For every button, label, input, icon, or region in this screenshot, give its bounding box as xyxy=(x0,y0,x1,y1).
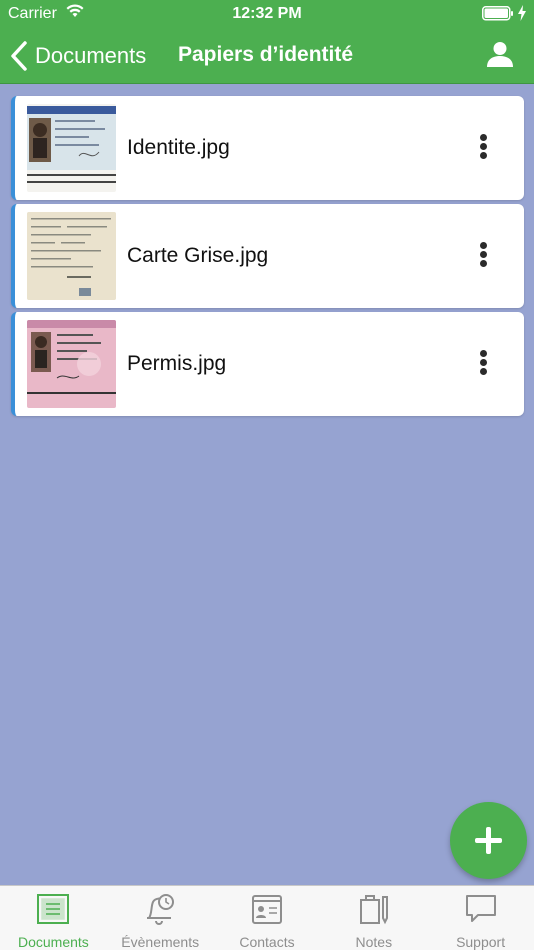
tab-support[interactable]: Support xyxy=(427,886,534,950)
tab-label: Documents xyxy=(17,934,89,950)
id-card-image xyxy=(27,104,116,192)
registration-document-image xyxy=(27,212,116,300)
document-name: Identite.jpg xyxy=(127,136,230,159)
back-button-label: Documents xyxy=(35,43,147,68)
more-options-icon[interactable] xyxy=(476,134,490,162)
document-item[interactable]: Carte Grise.jpg xyxy=(11,204,524,308)
tab-notes[interactable]: Notes xyxy=(320,886,427,950)
clock: 12:32 PM xyxy=(232,5,302,22)
status-bar: Carrier 12:32 PM xyxy=(0,0,534,28)
tab-label: Notes xyxy=(355,934,393,950)
tab-label: Évènements xyxy=(121,934,200,950)
page-title: Papiers d’identité xyxy=(178,43,354,66)
user-profile-icon[interactable] xyxy=(486,40,514,68)
document-thumbnail xyxy=(27,212,116,300)
chat-bubble-icon xyxy=(465,895,496,922)
back-button[interactable]: Documents xyxy=(10,38,146,74)
document-thumbnail xyxy=(27,320,116,408)
contact-card-icon xyxy=(251,895,282,924)
driving-licence-image xyxy=(27,320,116,408)
document-list: Identite.jpg Carte Grise.jpg Permis.jpg xyxy=(11,96,524,420)
more-options-icon[interactable] xyxy=(476,350,490,378)
tab-label: Contacts xyxy=(239,934,295,950)
tab-contacts[interactable]: Contacts xyxy=(214,886,321,950)
tab-evenements[interactable]: Évènements xyxy=(107,886,214,950)
more-options-icon[interactable] xyxy=(476,242,490,270)
document-thumbnail xyxy=(27,104,116,192)
document-item[interactable]: Identite.jpg xyxy=(11,96,524,200)
bell-clock-icon xyxy=(147,894,175,925)
document-name: Carte Grise.jpg xyxy=(127,244,269,267)
tab-documents[interactable]: Documents xyxy=(0,886,107,950)
chevron-left-icon xyxy=(11,41,27,71)
tab-label: Support xyxy=(456,934,506,950)
notes-icon xyxy=(359,895,388,925)
document-item[interactable]: Permis.jpg xyxy=(11,312,524,416)
battery-icon xyxy=(482,6,513,21)
charging-bolt-icon xyxy=(518,5,526,21)
document-name: Permis.jpg xyxy=(127,352,227,375)
add-document-button[interactable] xyxy=(450,802,527,879)
navigation-bar: Documents Papiers d’identité xyxy=(0,28,534,84)
documents-icon xyxy=(37,894,70,924)
tab-bar: Documents Évènements Contacts Notes Supp… xyxy=(0,885,534,950)
